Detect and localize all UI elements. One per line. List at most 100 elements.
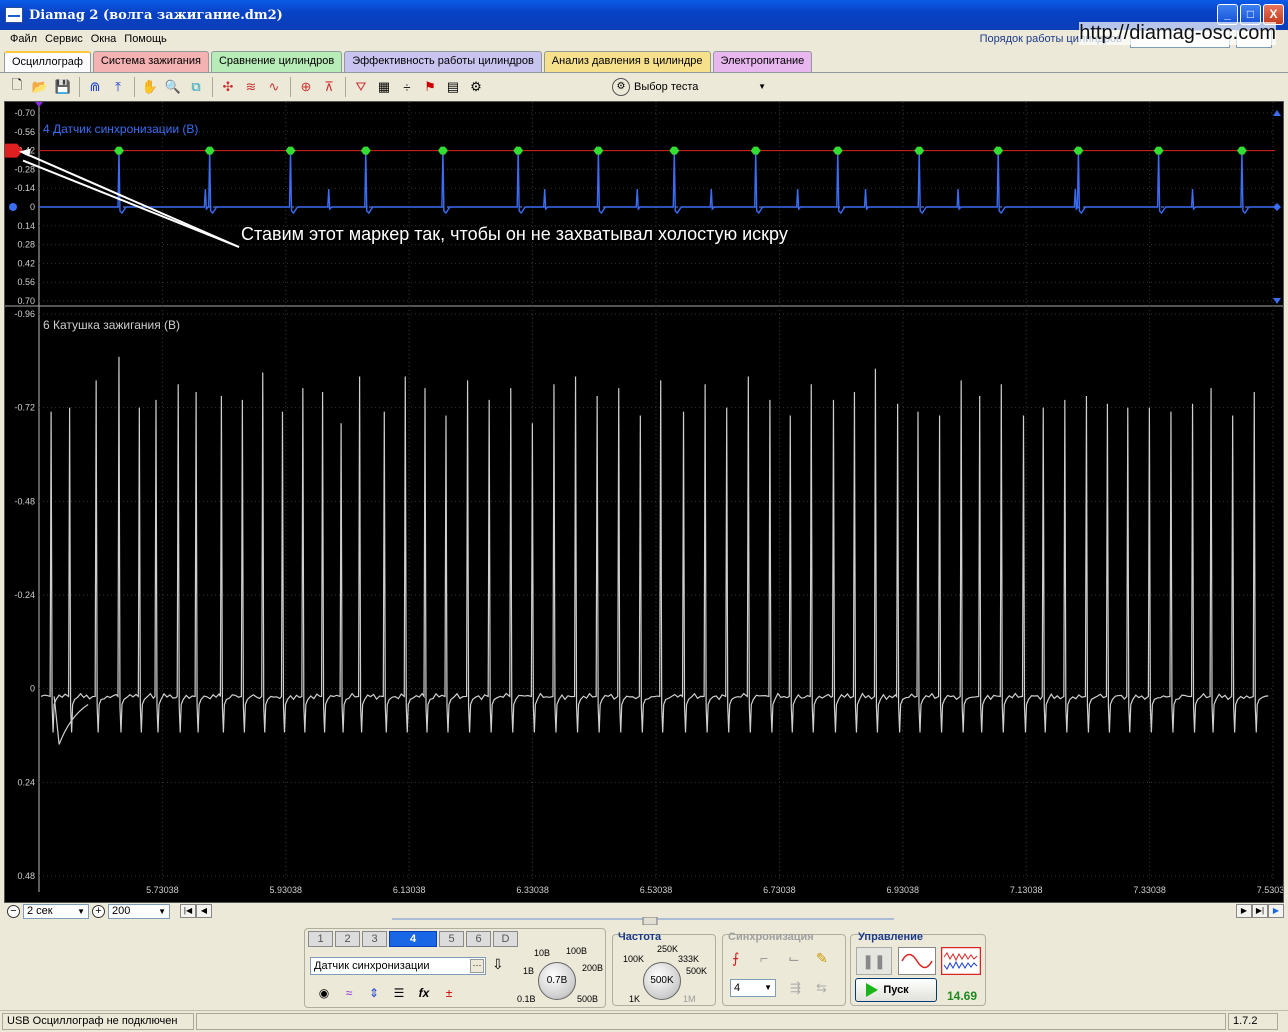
first-page-button[interactable]: |◀	[180, 904, 196, 918]
overlay-icon[interactable]: ∿	[263, 76, 285, 98]
bottom-y-tick-label: -0.48	[14, 496, 35, 506]
tab-1[interactable]: Система зажигания	[92, 51, 209, 72]
tab-2[interactable]: Сравнение цилиндров	[210, 51, 343, 72]
tab-4[interactable]: Анализ давления в цилиндре	[543, 51, 711, 72]
top-y-tick-label: -0.14	[14, 183, 35, 193]
new-file-icon[interactable]: 🗋	[6, 76, 28, 98]
visibility-icon[interactable]: ◉	[312, 983, 336, 1003]
horizontal-scroll[interactable]	[388, 917, 898, 925]
tab-divider	[0, 72, 1288, 73]
top-y-tick-label: 0.28	[17, 240, 35, 250]
status-bar: USB Осциллограф не подключен 1.7.2	[0, 1010, 1288, 1032]
sync-level-icon[interactable]: ⇶	[790, 980, 801, 996]
top-y-tick-label: 0.14	[17, 221, 35, 231]
sync-auto-icon[interactable]: ✎	[816, 950, 828, 967]
hand-icon[interactable]: ✋	[139, 76, 161, 98]
sync-detect-marker	[204, 146, 215, 155]
play-scroll-button[interactable]: ▶	[1268, 904, 1284, 918]
cursor-1-handle[interactable]	[35, 102, 43, 107]
auto-icon[interactable]: ⚙	[465, 76, 487, 98]
channel-button-D[interactable]: D	[493, 931, 518, 947]
divide-icon[interactable]: ÷	[396, 76, 418, 98]
grid-icon[interactable]: ▦	[373, 76, 395, 98]
last-page-button[interactable]: ▶|	[1252, 904, 1268, 918]
zoom-in-icon[interactable]: +	[92, 904, 105, 918]
oscilloscope-svg[interactable]: -0.70-0.56-0.42-0.28-0.1400.140.280.420.…	[5, 102, 1283, 902]
zoom-icon[interactable]: 🔍	[162, 76, 184, 98]
sync-detect-marker	[285, 146, 296, 155]
channel-button-3[interactable]: 3	[362, 931, 387, 947]
lines-icon[interactable]: ☰	[387, 983, 411, 1003]
sync-title: Синхронизация	[728, 931, 814, 943]
wave-icon[interactable]: ≋	[240, 76, 262, 98]
sync-marker-icon[interactable]: ✣	[217, 76, 239, 98]
channel-button-6[interactable]: 6	[466, 931, 491, 947]
prev-page-button[interactable]: ◀	[196, 904, 212, 918]
points-select[interactable]: 200 ▼	[108, 903, 170, 919]
notes-icon[interactable]: ▤	[442, 76, 464, 98]
channel-buttons: 123456D	[308, 931, 520, 947]
wave-color-icon[interactable]: ≈	[337, 983, 361, 1003]
channel-button-5[interactable]: 5	[439, 931, 464, 947]
vk-label-1: 1В	[523, 966, 535, 976]
status-version: 1.7.2	[1228, 1013, 1278, 1030]
cursor-a-icon[interactable]: ⋒	[84, 76, 106, 98]
invert-icon[interactable]: ±	[437, 983, 461, 1003]
auto-scale-icon[interactable]: ⊕	[295, 76, 317, 98]
fk-label-1m: 1M	[683, 994, 696, 1004]
site-watermark: http://diamag-osc.com	[1079, 22, 1276, 45]
timebase-value: 2 сек	[27, 904, 53, 917]
sync-channel-select[interactable]: 4 ▼	[730, 979, 776, 997]
open-folder-icon[interactable]: 📂	[29, 76, 51, 98]
save-icon[interactable]: 💾	[52, 76, 74, 98]
channel-offset-handle[interactable]	[9, 203, 17, 211]
test-select[interactable]: ⚙ Выбор теста ▼	[612, 76, 770, 97]
flag-icon[interactable]: ⚑	[419, 76, 441, 98]
menu-file[interactable]: Файл	[6, 33, 41, 45]
window-title: Diamag 2 (волга зажигание.dm2)	[29, 7, 283, 23]
scroll-down-handle[interactable]	[1273, 298, 1281, 304]
noise-mode-button[interactable]	[941, 947, 981, 975]
menu-windows[interactable]: Окна	[87, 33, 121, 45]
toolbar-separator	[345, 77, 346, 97]
channel-button-1[interactable]: 1	[308, 931, 333, 947]
next-page-button[interactable]: ▶	[1236, 904, 1252, 918]
menu-help[interactable]: Помощь	[120, 33, 171, 45]
x-tick-label: 6.33038	[516, 885, 549, 895]
edge-down-icon[interactable]: ⌙	[788, 950, 800, 967]
filter-icon[interactable]: ⛛	[350, 76, 372, 98]
voltage-knob[interactable]: 0.7В	[538, 962, 576, 1000]
cursor-b-icon[interactable]: ⤒	[107, 76, 129, 98]
timebase-select[interactable]: 2 сек ▼	[23, 903, 89, 919]
menu-service[interactable]: Сервис	[41, 33, 87, 45]
sine-mode-button[interactable]	[898, 947, 936, 975]
probe-icon[interactable]: ⇩	[492, 956, 504, 973]
pause-button[interactable]: ❚❚	[856, 947, 892, 975]
sync-arrows-icon[interactable]: ⇆	[816, 980, 827, 996]
tab-5[interactable]: Электропитание	[712, 51, 813, 72]
fk-label-1k: 1K	[629, 994, 641, 1004]
tab-0[interactable]: Осциллограф	[4, 51, 91, 73]
right-offset-handle[interactable]	[1273, 203, 1281, 211]
sync-source-field[interactable]: Датчик синхронизации ···	[310, 957, 486, 975]
vertical-scale-icon[interactable]: ⇕	[362, 983, 386, 1003]
fit-icon[interactable]: ⧉	[185, 76, 207, 98]
function-icon[interactable]: fx	[412, 983, 436, 1003]
scroll-up-handle[interactable]	[1273, 110, 1281, 116]
x-tick-label: 5.73038	[146, 885, 179, 895]
status-text: USB Осциллограф не подключен	[2, 1013, 194, 1030]
zoom-out-icon[interactable]: −	[7, 904, 20, 918]
channel-button-2[interactable]: 2	[335, 931, 360, 947]
frequency-knob[interactable]: 500K	[643, 962, 681, 1000]
browse-button[interactable]: ···	[470, 959, 484, 973]
offset-icon[interactable]: ⊼	[318, 76, 340, 98]
fk-label-100k: 100K	[623, 954, 645, 964]
channel-button-4[interactable]: 4	[389, 931, 437, 947]
oscilloscope-plot[interactable]: -0.70-0.56-0.42-0.28-0.1400.140.280.420.…	[4, 101, 1284, 903]
tab-3[interactable]: Эффективность работы цилиндров	[344, 51, 542, 72]
sync-detect-marker	[360, 146, 371, 155]
scroll-thumb[interactable]	[642, 917, 658, 925]
edge-up-icon[interactable]: ⌐	[760, 950, 768, 966]
start-button[interactable]: Пуск	[855, 978, 937, 1002]
rising-edge-icon[interactable]: ⨍	[732, 950, 739, 967]
